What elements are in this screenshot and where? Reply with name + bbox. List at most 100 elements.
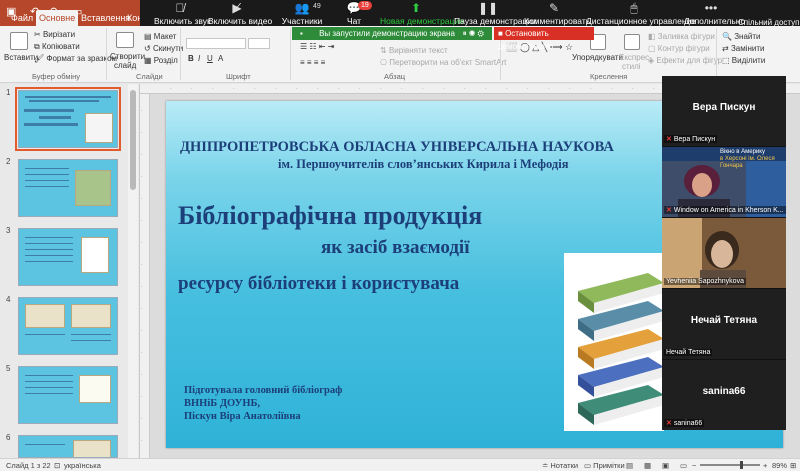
slide-author-block[interactable]: Підготувала головний бібліограф ВННіБ ДО… (184, 384, 342, 423)
thumb-text-line (25, 249, 73, 250)
thumb-image (79, 375, 111, 403)
remote-control-button[interactable]: 🖱 Дистанционное управление (586, 0, 696, 28)
slide-thumbnail-2[interactable] (18, 159, 118, 217)
ruler-tick: · (485, 86, 487, 92)
new-slide-icon[interactable] (116, 32, 134, 48)
comments-button[interactable]: ▭ Примітки (584, 461, 625, 470)
zoom-out-icon[interactable]: − (692, 461, 696, 470)
copy-button[interactable]: ⧉ Копіювати (34, 42, 80, 52)
ruler-tick: · (233, 86, 235, 92)
thumb-text-line (29, 100, 99, 102)
zoom-in-icon[interactable]: + (763, 461, 767, 470)
convert-smartart-button[interactable]: ⎔ Перетворити на об'єкт SmartArt (380, 58, 506, 68)
quick-styles-icon[interactable] (624, 34, 640, 50)
slide-thumbnail-4[interactable] (18, 297, 118, 355)
thumb-image (85, 113, 113, 143)
fit-slide-icon[interactable]: ⊞ (790, 461, 796, 470)
tab-file[interactable]: Файл (8, 10, 36, 26)
participant-tag: Yevheniia Sapozhnykova (664, 278, 746, 285)
slide-heading-3[interactable]: ресурсу бібліотеки і користувача (178, 273, 459, 295)
ruler-tick: · (141, 372, 143, 378)
share-controls-icon[interactable]: ⏸ ◉ ⚙ (463, 27, 484, 40)
participant-tile-5[interactable]: sanina66 ✕ sanina66 (662, 360, 786, 430)
underline-button[interactable]: U (207, 54, 213, 64)
section-button[interactable]: ▦ Розділ (144, 56, 178, 66)
ruler-tick: · (191, 86, 193, 92)
participant-tile-1[interactable]: Вера Пискун ✕ Вера Пискун (662, 76, 786, 146)
thumb-text-line (25, 334, 65, 335)
shape-fill-button[interactable]: ◧ Заливка фігури (648, 32, 715, 42)
group-separator (180, 28, 181, 80)
font-family-field[interactable] (186, 38, 246, 49)
ruler-tick: · (632, 86, 634, 92)
ruler-tick: · (296, 86, 298, 92)
bold-button[interactable]: B (188, 54, 194, 64)
font-color-button[interactable]: A (218, 54, 223, 64)
group-separator (716, 28, 717, 80)
layout-button[interactable]: ▤ Макет (144, 32, 176, 42)
slide-sorter-icon[interactable]: ▦ (644, 461, 651, 470)
participant-tile-4[interactable]: Нечай Тетяна Нечай Тетяна (662, 289, 786, 359)
select-button[interactable]: ⬚ Виділити (722, 56, 765, 66)
participant-tile-3[interactable]: Yevheniia Sapozhnykova (662, 218, 786, 288)
shape-effects-button[interactable]: ◈ Ефекти для фігур (648, 56, 722, 66)
find-button[interactable]: 🔍 Знайти (722, 32, 761, 42)
unmute-button[interactable]: 🎙̸ Включить звук (154, 0, 211, 28)
ruler-tick: · (141, 152, 143, 158)
participant-tile-2[interactable]: Вікно в Америку в Херсоні ім. Олеся Гонч… (662, 147, 786, 217)
tab-home[interactable]: Основне (36, 10, 79, 26)
replace-button[interactable]: ⇄ Замінити (722, 44, 765, 54)
slide-thumbnail-1[interactable] (15, 87, 121, 151)
scrollbar-handle[interactable] (130, 90, 136, 190)
slide-thumbnail-5[interactable] (18, 366, 118, 424)
pause-share-button[interactable]: ❚❚ Пауза демонстрации (454, 0, 537, 28)
participant-tag: ✕ Вера Пискун (664, 135, 718, 143)
thumb-text-line (71, 334, 111, 335)
participant-display-name: sanina66 (702, 386, 746, 397)
ruler-tick: · (141, 394, 143, 400)
new-share-button[interactable]: ⬆ Новая демонстрация (380, 0, 464, 28)
thumbnail-number: 4 (6, 295, 11, 304)
start-video-button[interactable]: ▶̸ Включить видео (208, 0, 272, 28)
reading-view-icon[interactable]: ▣ (662, 461, 669, 470)
thumb-text-line (71, 340, 111, 341)
zoom-level[interactable]: 89% (772, 461, 787, 470)
notes-button[interactable]: ≐ Нотатки (542, 461, 578, 470)
more-button[interactable]: ••• Дополнительно (684, 0, 745, 28)
alignment-buttons[interactable]: ≡ ≡ ≡ ≡ (300, 58, 325, 68)
books-image[interactable] (564, 253, 664, 431)
ruler-tick: · (141, 306, 143, 312)
slide-thumbnail-6[interactable] (18, 435, 118, 458)
quick-styles-button-line2[interactable]: стилі (622, 62, 641, 72)
thumb-text-line (25, 186, 69, 187)
zoom-meeting-toolbar: 🎙̸ Включить звук ▶̸ Включить видео 👥 Уча… (140, 0, 800, 28)
bullets-button[interactable]: ☰ ☷ ⇤ ⇥ (300, 42, 334, 52)
ruler-tick: · (611, 86, 613, 92)
zoom-slider-thumb[interactable] (740, 461, 743, 469)
format-painter-button[interactable]: 🖌 Формат за зразком (34, 54, 117, 64)
thumbnail-number: 3 (6, 226, 11, 235)
slide-heading-2[interactable]: як засіб взаємодії (321, 237, 470, 259)
slide-heading-1[interactable]: Бібліографічна продукція (178, 201, 482, 231)
zoom-slider[interactable] (700, 461, 760, 469)
spellcheck-icon[interactable]: ⊡ (54, 461, 60, 470)
language-indicator[interactable]: українська (64, 461, 101, 470)
participants-count: 49 (313, 3, 321, 10)
thumbnails-scrollbar[interactable] (128, 84, 138, 458)
italic-button[interactable]: I (198, 54, 200, 64)
shape-outline-button[interactable]: ▢ Контур фігури (648, 44, 710, 54)
cut-button[interactable]: ✂ Вирізати (34, 30, 75, 40)
stop-share-button[interactable]: ■ Остановить демонстрацию (494, 27, 594, 51)
arrange-button[interactable]: Упорядкувати (572, 53, 623, 63)
annotate-button[interactable]: ✎ Комментировать (524, 0, 590, 28)
ruler-tick: · (653, 86, 655, 92)
paste-icon[interactable] (10, 32, 28, 50)
slide-thumbnail-3[interactable] (18, 228, 118, 286)
normal-view-icon[interactable]: ▤ (626, 461, 633, 470)
slideshow-view-icon[interactable]: ▭ (680, 461, 687, 470)
align-text-button[interactable]: ⇅ Вирівняти текст (380, 46, 448, 56)
font-size-field[interactable] (248, 38, 270, 49)
new-slide-button-line2[interactable]: слайд (114, 61, 136, 71)
annotate-icon: ✎ (548, 1, 560, 15)
reset-button[interactable]: ↺ Скинути (144, 44, 183, 54)
